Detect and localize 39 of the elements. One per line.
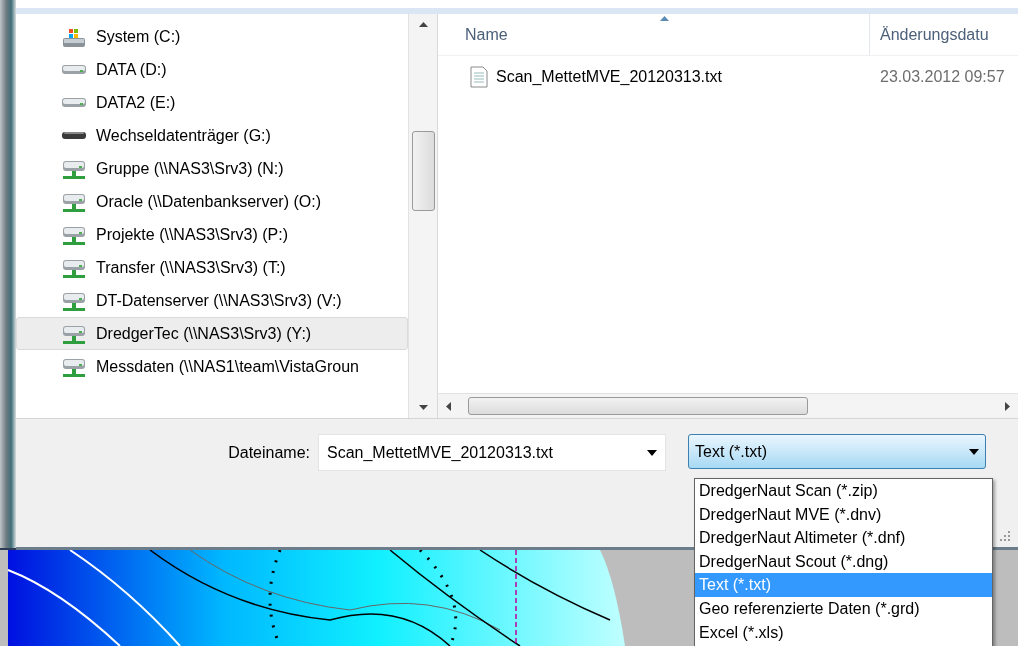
- column-header[interactable]: Name: [438, 14, 869, 55]
- nav-item[interactable]: Projekte (\\NAS3\Srv3) (P:): [16, 218, 408, 251]
- nav-item[interactable]: DATA2 (E:): [16, 86, 408, 119]
- file-type-dropdown[interactable]: Text (*.txt): [688, 434, 986, 469]
- scroll-down-icon[interactable]: [418, 405, 428, 410]
- text-file-icon: [470, 66, 488, 88]
- column-header[interactable]: Änderungsdatu: [869, 14, 989, 55]
- dropdown-option[interactable]: Geo referenzierte Daten (*.grd): [695, 596, 992, 621]
- nav-item[interactable]: DATA (D:): [16, 53, 408, 86]
- scrollbar[interactable]: [408, 14, 438, 418]
- nav-item[interactable]: DT-Datenserver (\\NAS3\Srv3) (V:): [16, 284, 408, 317]
- dropdown-option[interactable]: Excel (*.xls): [695, 620, 992, 645]
- field-label: Dateiname:: [227, 442, 311, 463]
- scroll-right-icon[interactable]: [1005, 401, 1010, 411]
- nav-item[interactable]: Wechseldatenträger (G:): [16, 119, 408, 152]
- nav-item[interactable]: Transfer (\\NAS3\Srv3) (T:): [16, 251, 408, 284]
- scroll-up-icon[interactable]: [418, 22, 428, 27]
- scroll-left-icon[interactable]: [446, 401, 451, 411]
- caret-icon[interactable]: [647, 449, 657, 456]
- drive-icon: [62, 132, 86, 139]
- file-name-field[interactable]: Scan_MettetMVE_20120313.txt: [318, 434, 666, 471]
- scroll-thumb[interactable]: [468, 397, 808, 415]
- dropdown-option[interactable]: DredgerNaut Scout (*.dng): [695, 549, 992, 574]
- dropdown-option[interactable]: DredgerNaut MVE (*.dnv): [695, 502, 992, 527]
- nav-item[interactable]: Gruppe (\\NAS3\Srv3) (N:): [16, 152, 408, 185]
- dropdown-option[interactable]: DredgerNaut Scan (*.zip): [695, 479, 992, 503]
- resize-grip-icon[interactable]: [1000, 531, 1010, 541]
- dropdown-option[interactable]: DredgerNaut Altimeter (*.dnf): [695, 526, 992, 550]
- nav-item[interactable]: Messdaten (\\NAS1\team\VistaGroun: [16, 350, 408, 383]
- drive-icon: [62, 65, 86, 74]
- caret-icon[interactable]: [969, 448, 979, 455]
- file-name[interactable]: Scan_MettetMVE_20120313.txt: [496, 65, 722, 89]
- scrollbar[interactable]: [438, 393, 1018, 418]
- nav-item[interactable]: Oracle (\\Datenbankserver) (O:): [16, 185, 408, 218]
- drive-icon: [62, 98, 86, 107]
- nav-item[interactable]: DredgerTec (\\NAS3\Srv3) (Y:): [16, 317, 408, 350]
- nav-item[interactable]: System (C:): [16, 20, 408, 53]
- file-date: 23.03.2012 09:57: [879, 67, 1005, 87]
- scroll-thumb[interactable]: [412, 131, 435, 211]
